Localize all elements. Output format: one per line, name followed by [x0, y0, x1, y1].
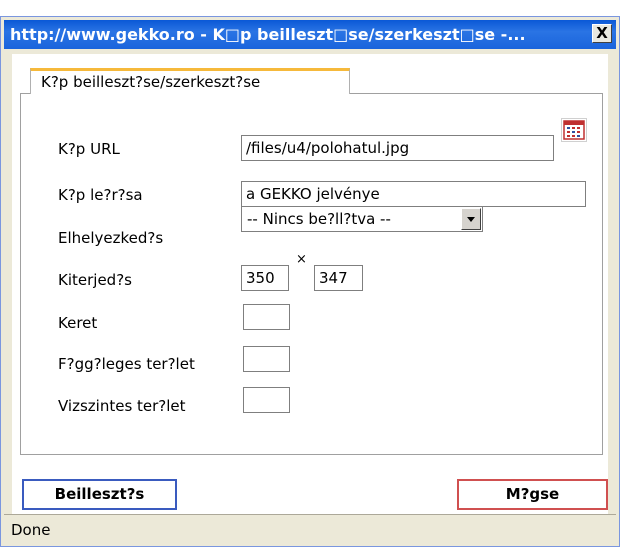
status-bar: Done: [4, 514, 616, 545]
vspace-label: F?gg?leges ter?let: [58, 355, 195, 373]
border-input[interactable]: [243, 304, 290, 330]
border-label: Keret: [58, 314, 98, 332]
window-title: http://www.gekko.ro - K□p beilleszt□se/s…: [10, 25, 526, 44]
hspace-label: Vizszintes ter?let: [58, 397, 186, 415]
hspace-input[interactable]: [243, 387, 290, 413]
dialog-content: K?p beilleszt?se/szerkeszt?se K?p URL /f…: [12, 54, 608, 525]
dimensions-label: Kiterjed?s: [58, 271, 132, 289]
tab-image-insert[interactable]: K?p beilleszt?se/szerkeszt?se: [30, 68, 350, 94]
calendar-grid-icon[interactable]: [561, 118, 587, 142]
width-input[interactable]: 350: [241, 265, 289, 291]
vspace-input[interactable]: [243, 346, 290, 372]
chevron-down-icon[interactable]: [461, 208, 481, 230]
dialog-window: http://www.gekko.ro - K□p beilleszt□se/s…: [0, 16, 620, 547]
alignment-select[interactable]: -- Nincs be?ll?tva --: [241, 206, 483, 232]
insert-button[interactable]: Beilleszt?s: [22, 479, 177, 510]
alignment-label: Elhelyezked?s: [58, 229, 164, 247]
url-label: K?p URL: [58, 140, 120, 158]
cancel-button[interactable]: M?gse: [457, 479, 608, 510]
height-input[interactable]: 347: [314, 265, 363, 291]
description-label: K?p le?r?sa: [58, 186, 143, 204]
alignment-selected-value: -- Nincs be?ll?tva --: [247, 210, 391, 228]
url-input[interactable]: /files/u4/polohatul.jpg: [241, 135, 554, 161]
dimension-separator: ×: [296, 252, 307, 267]
description-input[interactable]: a GEKKO jelvénye: [241, 181, 586, 207]
title-bar[interactable]: http://www.gekko.ro - K□p beilleszt□se/s…: [4, 20, 616, 49]
close-button[interactable]: X: [592, 24, 612, 43]
browse-server-icon: [563, 120, 585, 140]
status-text: Done: [11, 521, 51, 539]
